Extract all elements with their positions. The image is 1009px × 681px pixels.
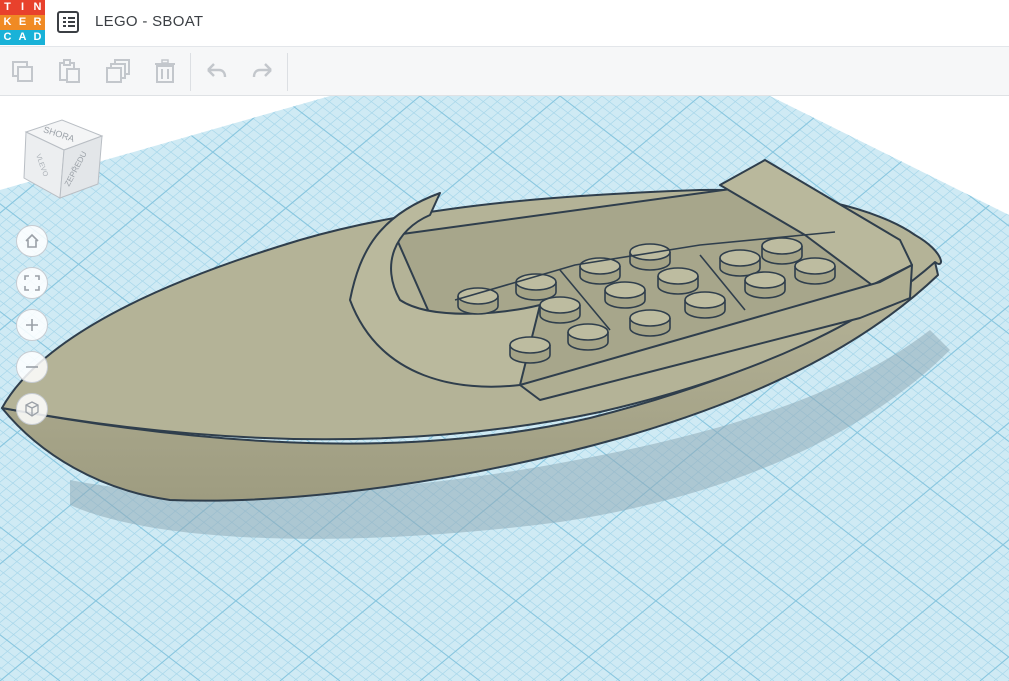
- paste-button[interactable]: [53, 55, 85, 87]
- top-bar: TINKERCAD LEGO - SBOAT: [0, 0, 1009, 47]
- undo-arrow-icon: [207, 63, 227, 78]
- duplicate-icon: [106, 59, 130, 83]
- lego-stud: [744, 271, 786, 299]
- edit-toolbar: [0, 47, 1009, 96]
- logo-letter: A: [15, 30, 30, 45]
- scene-canvas[interactable]: [0, 96, 1009, 681]
- toolbar-divider: [287, 53, 288, 91]
- trash-icon: [155, 59, 175, 83]
- logo-letter: R: [30, 15, 45, 30]
- lego-stud: [539, 296, 581, 324]
- lego-stud: [567, 323, 609, 351]
- lego-stud: [629, 309, 671, 337]
- logo-letter: E: [15, 15, 30, 30]
- duplicate-button[interactable]: [102, 55, 134, 87]
- logo-letter: T: [0, 0, 15, 15]
- lego-stud: [684, 291, 726, 319]
- design-list-button[interactable]: [57, 11, 79, 33]
- logo-letter: K: [0, 15, 15, 30]
- copy-button[interactable]: [6, 55, 38, 87]
- view-cube[interactable]: SHORA VLEVO ZEPŘEDU: [20, 118, 104, 208]
- home-icon: [25, 233, 39, 248]
- logo-letter: D: [30, 30, 45, 45]
- workplane-viewport[interactable]: SHORA VLEVO ZEPŘEDU: [0, 96, 1009, 681]
- lego-stud: [604, 281, 646, 309]
- fit-frame-icon: [24, 275, 40, 291]
- lego-stud: [515, 273, 557, 301]
- cube-icon: [25, 401, 39, 417]
- lego-stud: [509, 336, 551, 364]
- project-title[interactable]: LEGO - SBOAT: [95, 13, 203, 30]
- fit-view-button[interactable]: [16, 267, 48, 299]
- tinkercad-logo[interactable]: TINKERCAD: [0, 0, 45, 45]
- zoom-in-button[interactable]: [16, 309, 48, 341]
- lego-stud: [457, 287, 499, 315]
- paste-icon: [59, 59, 80, 83]
- lego-stud: [579, 257, 621, 285]
- plus-icon: [26, 319, 38, 331]
- logo-letter: I: [15, 0, 30, 15]
- projection-button[interactable]: [16, 393, 48, 425]
- redo-arrow-icon: [252, 63, 272, 78]
- lego-stud: [794, 257, 836, 285]
- minus-icon: [26, 366, 38, 368]
- home-view-button[interactable]: [16, 225, 48, 257]
- toolbar-divider: [190, 53, 191, 91]
- undo-button[interactable]: [200, 55, 232, 87]
- lego-stud: [761, 237, 803, 265]
- lego-stud: [657, 267, 699, 295]
- delete-button[interactable]: [149, 55, 181, 87]
- lego-stud: [719, 249, 761, 277]
- lego-stud: [629, 243, 671, 271]
- logo-letter: N: [30, 0, 45, 15]
- logo-letter: C: [0, 30, 15, 45]
- redo-button[interactable]: [247, 55, 279, 87]
- zoom-out-button[interactable]: [16, 351, 48, 383]
- copy-icon: [12, 61, 33, 82]
